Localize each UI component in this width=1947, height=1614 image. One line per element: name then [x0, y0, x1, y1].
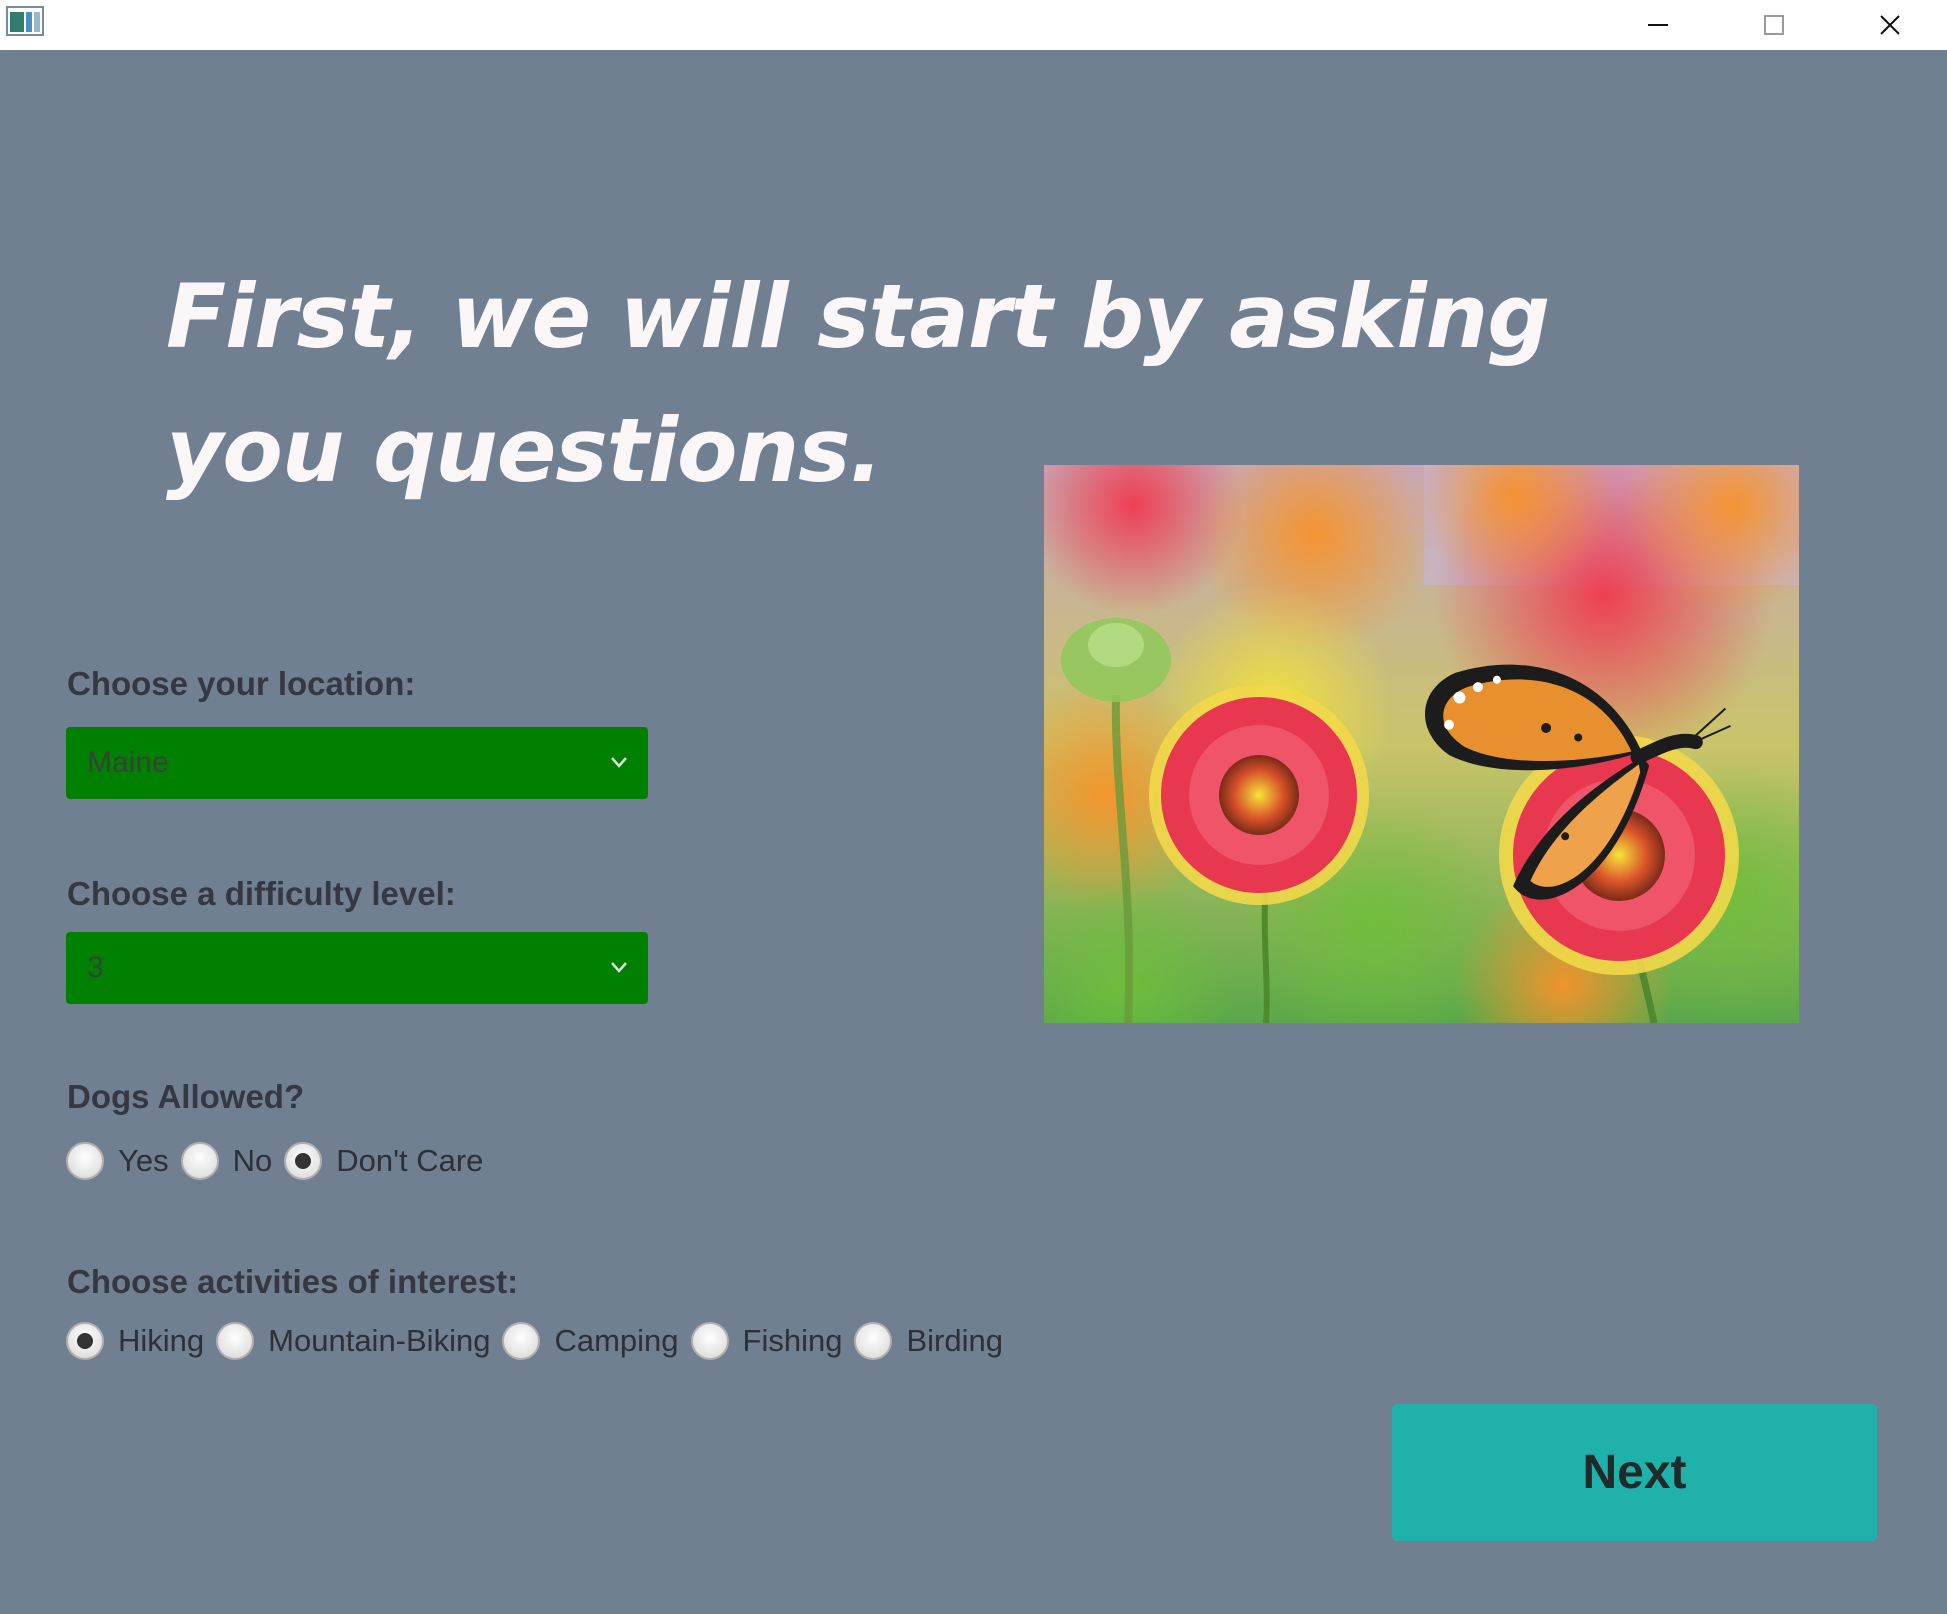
- maximize-icon: [1764, 15, 1784, 35]
- minimize-button[interactable]: [1603, 0, 1713, 50]
- dogs-radio-group: Yes No Don't Care: [66, 1137, 495, 1185]
- next-button[interactable]: Next: [1392, 1404, 1877, 1541]
- close-icon: [1880, 15, 1900, 35]
- dogs-label: Dogs Allowed?: [67, 1078, 305, 1115]
- activity-option-camping[interactable]: Camping: [502, 1322, 679, 1360]
- minimize-icon: [1648, 24, 1668, 26]
- difficulty-label: Choose a difficulty level:: [67, 875, 456, 912]
- radio-button[interactable]: [690, 1322, 729, 1360]
- title-bar: [0, 0, 1947, 50]
- dogs-option-no[interactable]: No: [180, 1142, 273, 1180]
- dogs-option-yes[interactable]: Yes: [66, 1142, 169, 1180]
- radio-button[interactable]: [66, 1322, 104, 1360]
- dogs-option-dont-care[interactable]: Don't Care: [284, 1142, 483, 1180]
- radio-label: Birding: [906, 1323, 1003, 1358]
- radio-selected-dot: [295, 1153, 312, 1169]
- radio-label: Mountain-Biking: [268, 1323, 491, 1358]
- butterfly-flower-photo: [1044, 465, 1799, 1023]
- chevron-down-icon: [611, 757, 627, 768]
- radio-button[interactable]: [854, 1322, 893, 1360]
- left-flower: [1149, 685, 1369, 905]
- activity-option-mountain-biking[interactable]: Mountain-Biking: [216, 1322, 490, 1360]
- close-button[interactable]: [1835, 0, 1945, 50]
- radio-label: Don't Care: [336, 1143, 484, 1178]
- maximize-button[interactable]: [1719, 0, 1829, 50]
- app-icon: [6, 6, 44, 36]
- activities-radio-group: Hiking Mountain-Biking Camping Fishing B…: [66, 1317, 1015, 1365]
- radio-selected-dot: [77, 1333, 93, 1349]
- radio-label: Hiking: [118, 1323, 205, 1358]
- activities-label: Choose activities of interest:: [67, 1263, 519, 1300]
- location-label: Choose your location:: [67, 665, 416, 702]
- radio-label: Fishing: [742, 1323, 843, 1358]
- main-panel: First, we will start by asking you quest…: [0, 50, 1947, 1614]
- location-value: Maine: [87, 746, 169, 779]
- difficulty-dropdown[interactable]: 3: [66, 932, 648, 1004]
- activity-option-hiking[interactable]: Hiking: [66, 1322, 204, 1360]
- difficulty-value: 3: [87, 951, 104, 984]
- radio-button[interactable]: [502, 1322, 541, 1360]
- radio-label: Yes: [118, 1143, 169, 1178]
- chevron-down-icon: [611, 962, 627, 973]
- radio-button[interactable]: [66, 1142, 104, 1180]
- activity-option-fishing[interactable]: Fishing: [690, 1322, 843, 1360]
- radio-button[interactable]: [216, 1322, 255, 1360]
- radio-label: Camping: [554, 1323, 679, 1358]
- radio-button[interactable]: [284, 1142, 323, 1180]
- radio-label: No: [232, 1143, 273, 1178]
- activity-option-birding[interactable]: Birding: [854, 1322, 1003, 1360]
- location-dropdown[interactable]: Maine: [66, 727, 648, 799]
- radio-button[interactable]: [180, 1142, 219, 1180]
